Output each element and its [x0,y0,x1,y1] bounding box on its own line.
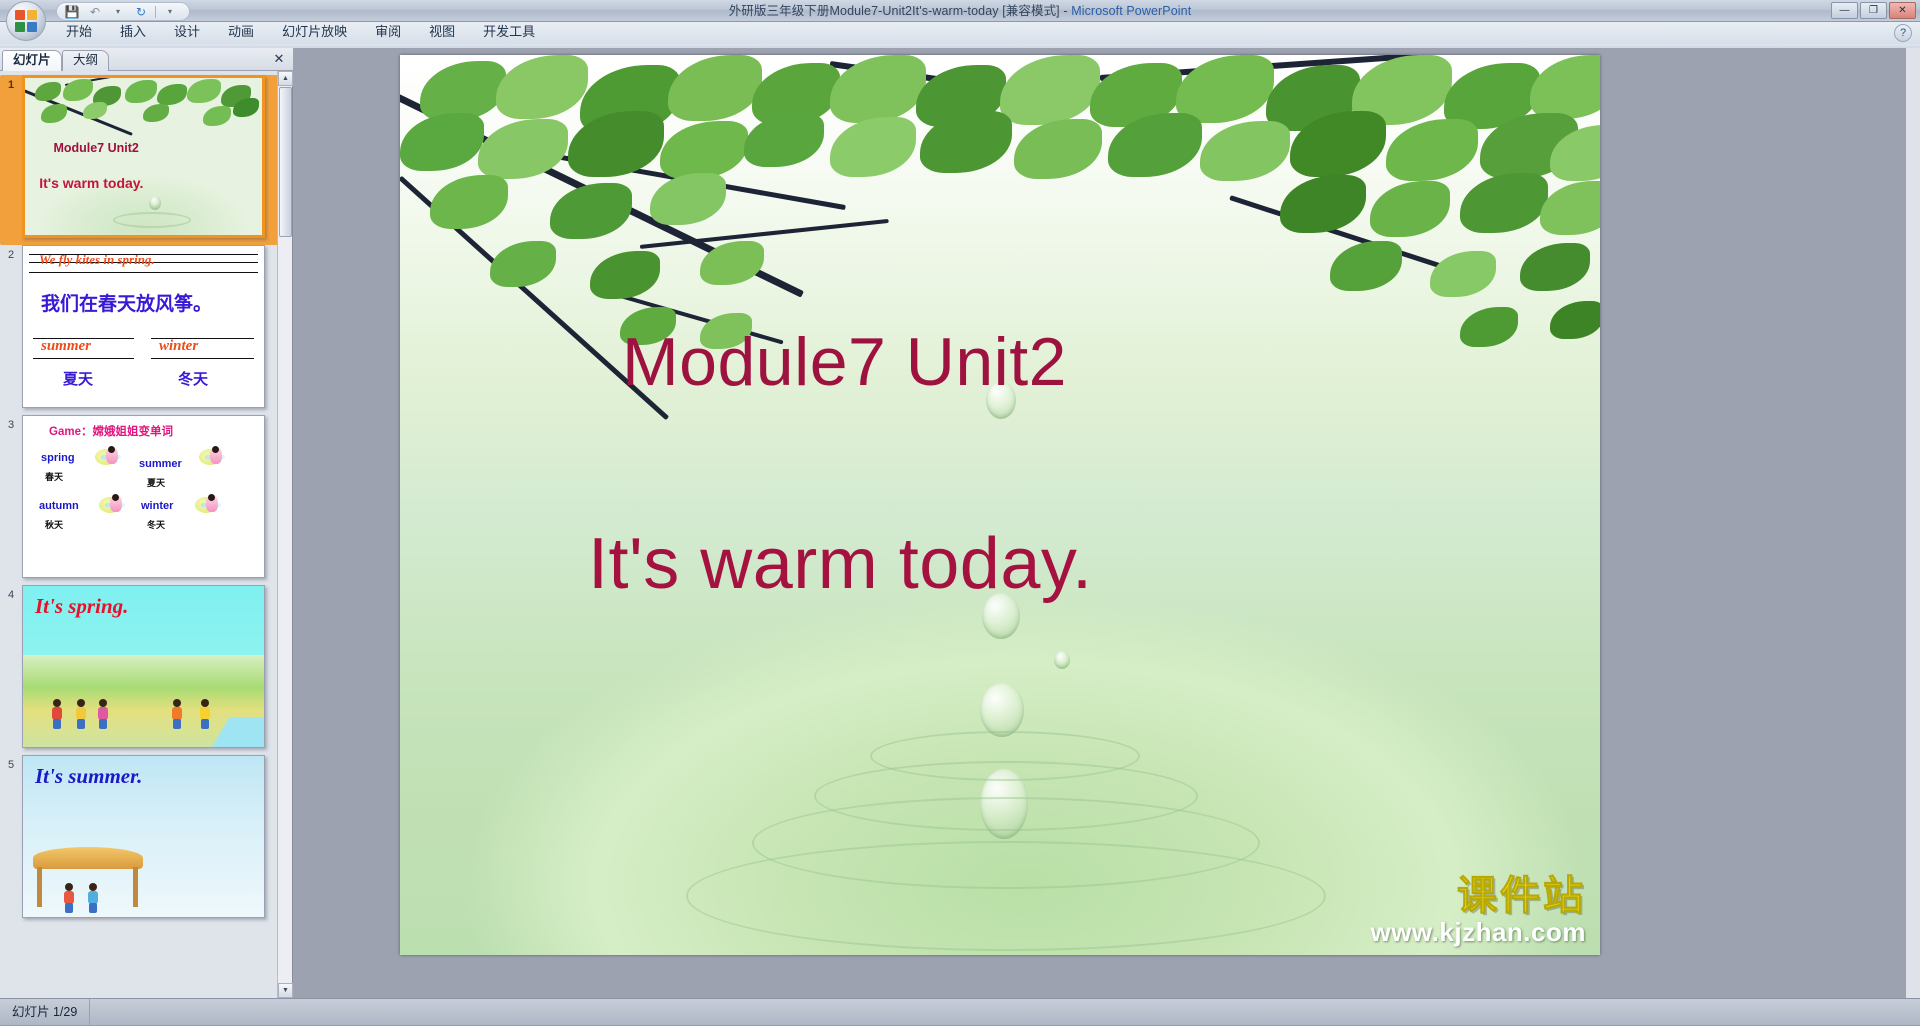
thumbnail-word-summer: summer [41,338,91,355]
thumbnail-number: 4 [0,585,22,601]
thumbnail-item-1[interactable]: 1 Module7 Unit2 [0,75,278,245]
thumbnail-preview-2[interactable]: We fly kites in spring. 我们在春天放风筝。 summer… [22,245,265,408]
thumbnail-preview-5[interactable]: It's summer. [22,755,265,918]
tab-review[interactable]: 审阅 [361,18,415,44]
tab-design[interactable]: 设计 [160,18,214,44]
word-summer-cn: 夏天 [147,476,165,489]
thumbnail-background [23,246,264,407]
tab-slides[interactable]: 幻灯片 [2,50,62,71]
slide-subtitle-text[interactable]: It's warm today. [588,523,1093,605]
thumbnail-number: 1 [0,75,22,91]
slide-editing-area: Module7 Unit2 It's warm today. 课件站 www.k… [294,48,1920,998]
tab-slideshow[interactable]: 幻灯片放映 [268,18,361,44]
word-winter-cn: 冬天 [147,518,165,531]
slides-pane: 幻灯片 大纲 ✕ 1 [0,48,293,998]
tab-insert[interactable]: 插入 [106,18,160,44]
slides-pane-tabs: 幻灯片 大纲 ✕ [0,48,293,71]
slides-pane-scrollbar[interactable]: ▲ ▼ [277,71,292,998]
office-logo-icon [15,10,37,32]
slide-area-scrollbar[interactable] [1905,48,1920,998]
thumbnail-game-title: Game：嫦娥姐姐变单词 [49,423,173,439]
current-slide[interactable]: Module7 Unit2 It's warm today. 课件站 www.k… [400,55,1600,955]
close-button[interactable]: ✕ [1889,2,1916,19]
thumbnail-preview-1[interactable]: Module7 Unit2 It's warm today. [22,75,265,238]
thumbnail-item-2[interactable]: 2 We fly kites in spring. 我们在春天放风筝。 summ… [0,245,278,415]
word-autumn: autumn [39,500,79,512]
thumbnail-preview-4[interactable]: It's spring. [22,585,265,748]
watermark: 课件站 www.kjzhan.com [1370,876,1586,945]
window-controls: — ❐ ✕ [1831,2,1916,19]
qat-separator [155,6,156,18]
scrollbar-thumb[interactable] [279,87,292,237]
thumbnail-item-3[interactable]: 3 Game：嫦娥姐姐变单词 spring 春天 summer 夏天 [0,415,278,585]
tab-outline[interactable]: 大纲 [62,50,109,71]
thumbnail-number: 5 [0,755,22,771]
word-autumn-cn: 秋天 [45,518,63,531]
thumbnail-preview-3[interactable]: Game：嫦娥姐姐变单词 spring 春天 summer 夏天 autumn … [22,415,265,578]
thumbnail-title: It's summer. [35,764,142,789]
watermark-url: www.kjzhan.com [1370,919,1586,945]
window-title-document: 外研版三年级下册Module7-Unit2It's-warm-today [兼容… [729,4,1060,18]
thumbnail-title: It's spring. [35,594,128,619]
tab-view[interactable]: 视图 [415,18,469,44]
fairy-icon [99,494,129,516]
thumbnail-list[interactable]: 1 Module7 Unit2 [0,71,278,998]
scroll-down-icon[interactable]: ▼ [278,983,293,998]
spring-scene-illustration [23,655,264,747]
thumbnail-item-5[interactable]: 5 It's summer. [0,755,278,925]
slide-counter: 幻灯片 1/29 [0,999,90,1026]
close-pane-icon[interactable]: ✕ [271,51,287,67]
minimize-button[interactable]: — [1831,2,1858,19]
restore-button[interactable]: ❐ [1860,2,1887,19]
window-title-separator: - [1060,4,1071,18]
tab-animations[interactable]: 动画 [214,18,268,44]
game-title-cn: 嫦娥姐姐变单词 [92,426,173,438]
fairy-icon [195,494,225,516]
watermark-site-name: 课件站 [1370,876,1586,916]
word-summer: summer [139,458,182,470]
game-label: Game： [49,426,92,438]
slide-title-text[interactable]: Module7 Unit2 [622,323,1067,401]
workspace: 幻灯片 大纲 ✕ 1 [0,48,1920,998]
fairy-icon [199,446,229,468]
ribbon-tab-bar: 开始 插入 设计 动画 幻灯片放映 审阅 视图 开发工具 [0,20,1920,44]
tab-developer[interactable]: 开发工具 [469,18,549,44]
fairy-icon [95,446,125,468]
thumbnail-number: 3 [0,415,22,431]
thumbnail-word-winter: winter [159,338,198,355]
tab-home[interactable]: 开始 [52,18,106,44]
thumbnail-chinese-line: 我们在春天放风筝。 [41,289,212,316]
scroll-up-icon[interactable]: ▲ [278,71,293,86]
thumbnail-item-4[interactable]: 4 It's spring. [0,585,278,755]
word-spring-cn: 春天 [45,470,63,483]
office-button[interactable] [6,1,46,41]
window-title-app: Microsoft PowerPoint [1071,4,1191,18]
thumbnail-english-line: We fly kites in spring. [39,252,155,268]
word-winter: winter [141,500,173,512]
thumbnail-number: 2 [0,245,22,261]
status-bar: 幻灯片 1/29 [0,998,1920,1025]
thumbnail-word-winter-cn: 冬天 [178,368,208,389]
thumbnail-background [23,416,264,577]
thumbnail-title: Module7 Unit2 [53,141,138,155]
word-spring: spring [41,452,75,464]
thumbnail-subtitle: It's warm today. [39,175,143,191]
thumbnail-word-summer-cn: 夏天 [63,368,93,389]
summer-scene-illustration [27,847,177,917]
